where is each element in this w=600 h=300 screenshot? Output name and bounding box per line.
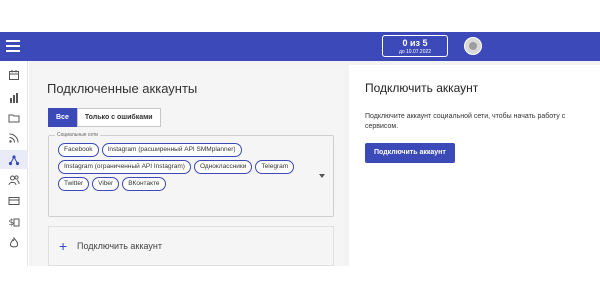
card-icon[interactable] bbox=[0, 191, 28, 210]
page-title: Подключенные аккаунты bbox=[47, 81, 198, 96]
network-chips: Facebook Instagram (расширенный API SMMp… bbox=[58, 143, 308, 191]
connected-accounts-panel: Подключенные аккаунты Все Только с ошибк… bbox=[32, 65, 344, 266]
chip-facebook[interactable]: Facebook bbox=[58, 143, 99, 157]
connect-account-button[interactable]: Подключить аккаунт bbox=[365, 143, 455, 163]
tab-errors-only[interactable]: Только с ошибками bbox=[76, 108, 161, 127]
connect-account-panel: Подключить аккаунт Подключите аккаунт со… bbox=[349, 65, 600, 266]
chip-instagram-extended[interactable]: Instagram (расширенный API SMMplanner) bbox=[101, 143, 242, 157]
counter-sub: до 10.07.2022 bbox=[398, 49, 432, 55]
accounts-network-icon[interactable] bbox=[0, 150, 28, 169]
users-icon[interactable] bbox=[0, 170, 28, 189]
add-account-label: Подключить аккаунт bbox=[77, 241, 162, 251]
chip-viber[interactable]: Viber bbox=[92, 177, 120, 191]
fire-icon[interactable] bbox=[0, 233, 28, 252]
chip-twitter[interactable]: Twitter bbox=[58, 177, 90, 191]
connect-title: Подключить аккаунт bbox=[365, 81, 479, 95]
rss-icon[interactable] bbox=[0, 128, 28, 147]
tab-all[interactable]: Все bbox=[48, 108, 77, 127]
chip-telegram[interactable]: Telegram bbox=[255, 160, 295, 174]
filter-tabs: Все Только с ошибками bbox=[48, 108, 161, 127]
chip-instagram-limited[interactable]: Instagram (ограниченный API Instagram) bbox=[58, 160, 191, 174]
sidebar: $ bbox=[0, 61, 28, 266]
money-icon[interactable]: $ bbox=[0, 212, 28, 231]
add-account-button[interactable]: + Подключить аккаунт bbox=[48, 226, 334, 266]
chip-vkontakte[interactable]: ВКонтакте bbox=[122, 177, 166, 191]
chip-odnoklassniki[interactable]: Одноклассники bbox=[193, 160, 253, 174]
top-bar: 0 из 5 до 10.07.2022 bbox=[0, 32, 600, 61]
svg-text:$: $ bbox=[9, 218, 15, 228]
bar-chart-icon[interactable] bbox=[0, 88, 28, 107]
main-area: Подключенные аккаунты Все Только с ошибк… bbox=[29, 61, 600, 266]
filter-legend: Социальные сети bbox=[55, 132, 101, 138]
calendar-icon[interactable] bbox=[0, 65, 28, 84]
accounts-counter-button[interactable]: 0 из 5 до 10.07.2022 bbox=[382, 35, 448, 57]
social-networks-filter: Социальные сети Facebook Instagram (расш… bbox=[48, 132, 334, 217]
menu-icon[interactable] bbox=[6, 40, 20, 52]
avatar-icon[interactable] bbox=[464, 37, 482, 55]
chevron-down-icon[interactable] bbox=[319, 174, 325, 178]
counter-main: 0 из 5 bbox=[402, 38, 428, 48]
connect-description: Подключите аккаунт социальной сети, чтоб… bbox=[365, 113, 566, 130]
plus-icon: + bbox=[59, 238, 68, 254]
folder-icon[interactable] bbox=[0, 108, 28, 127]
